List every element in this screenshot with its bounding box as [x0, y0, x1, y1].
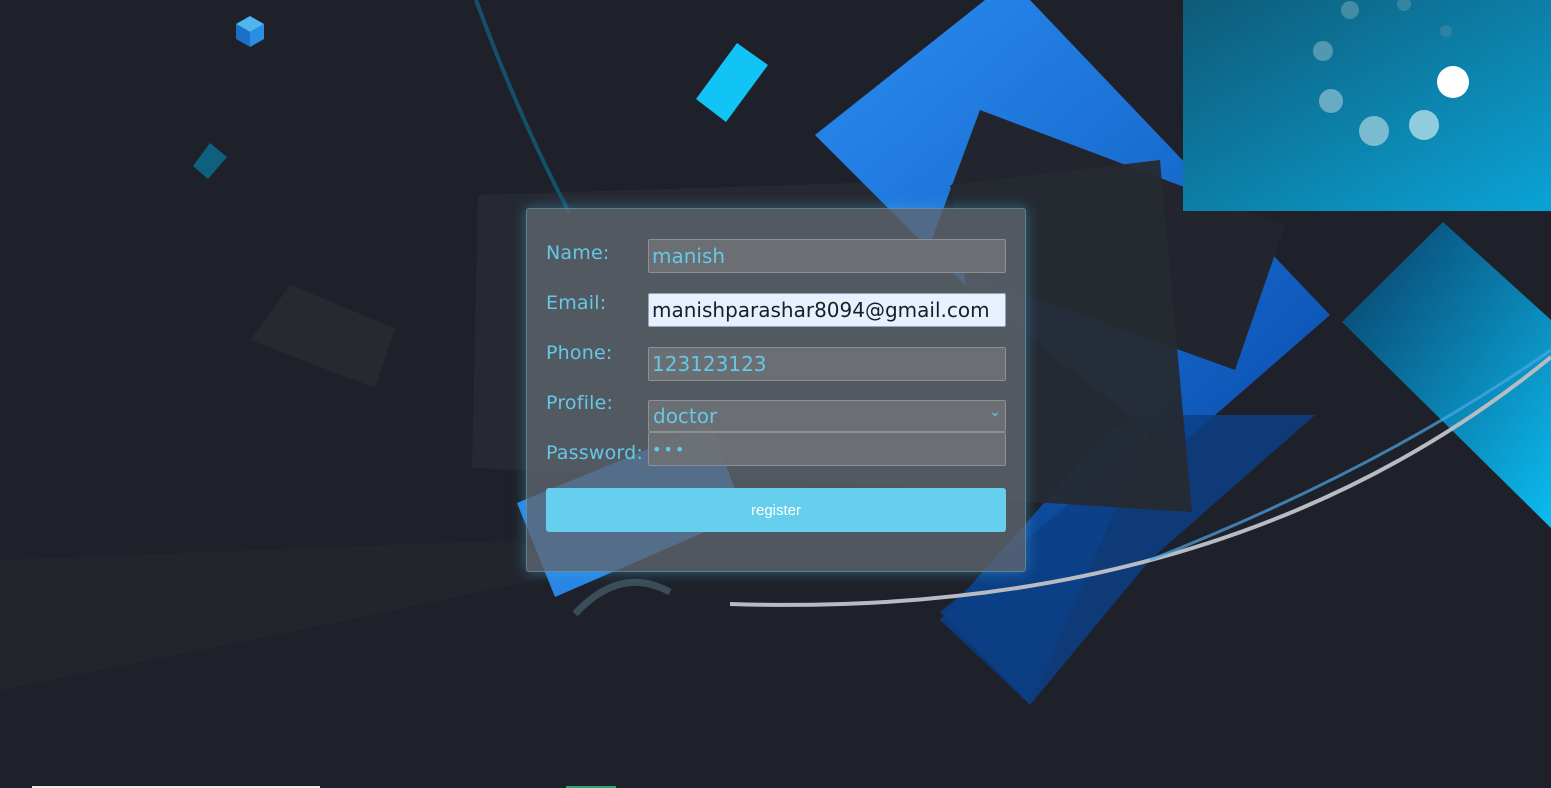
register-button[interactable]: register	[546, 488, 1006, 532]
password-label: Password:	[546, 442, 643, 464]
profile-select-value: doctor	[653, 404, 718, 428]
password-field[interactable]	[648, 432, 1006, 466]
profile-label: Profile:	[546, 392, 614, 414]
phone-field[interactable]	[648, 347, 1006, 381]
email-label: Email:	[546, 292, 607, 314]
registration-form: Name: Email: Phone: Profile: doctor ⌄ Pa…	[526, 208, 1026, 572]
cube-logo-icon	[236, 16, 264, 47]
email-field[interactable]	[648, 293, 1006, 327]
name-label: Name:	[546, 242, 610, 264]
profile-select[interactable]: doctor ⌄	[648, 400, 1006, 432]
phone-label: Phone:	[546, 342, 613, 364]
name-field[interactable]	[648, 239, 1006, 273]
chevron-down-icon: ⌄	[989, 404, 1001, 420]
page-background: Name: Email: Phone: Profile: doctor ⌄ Pa…	[0, 0, 1551, 788]
